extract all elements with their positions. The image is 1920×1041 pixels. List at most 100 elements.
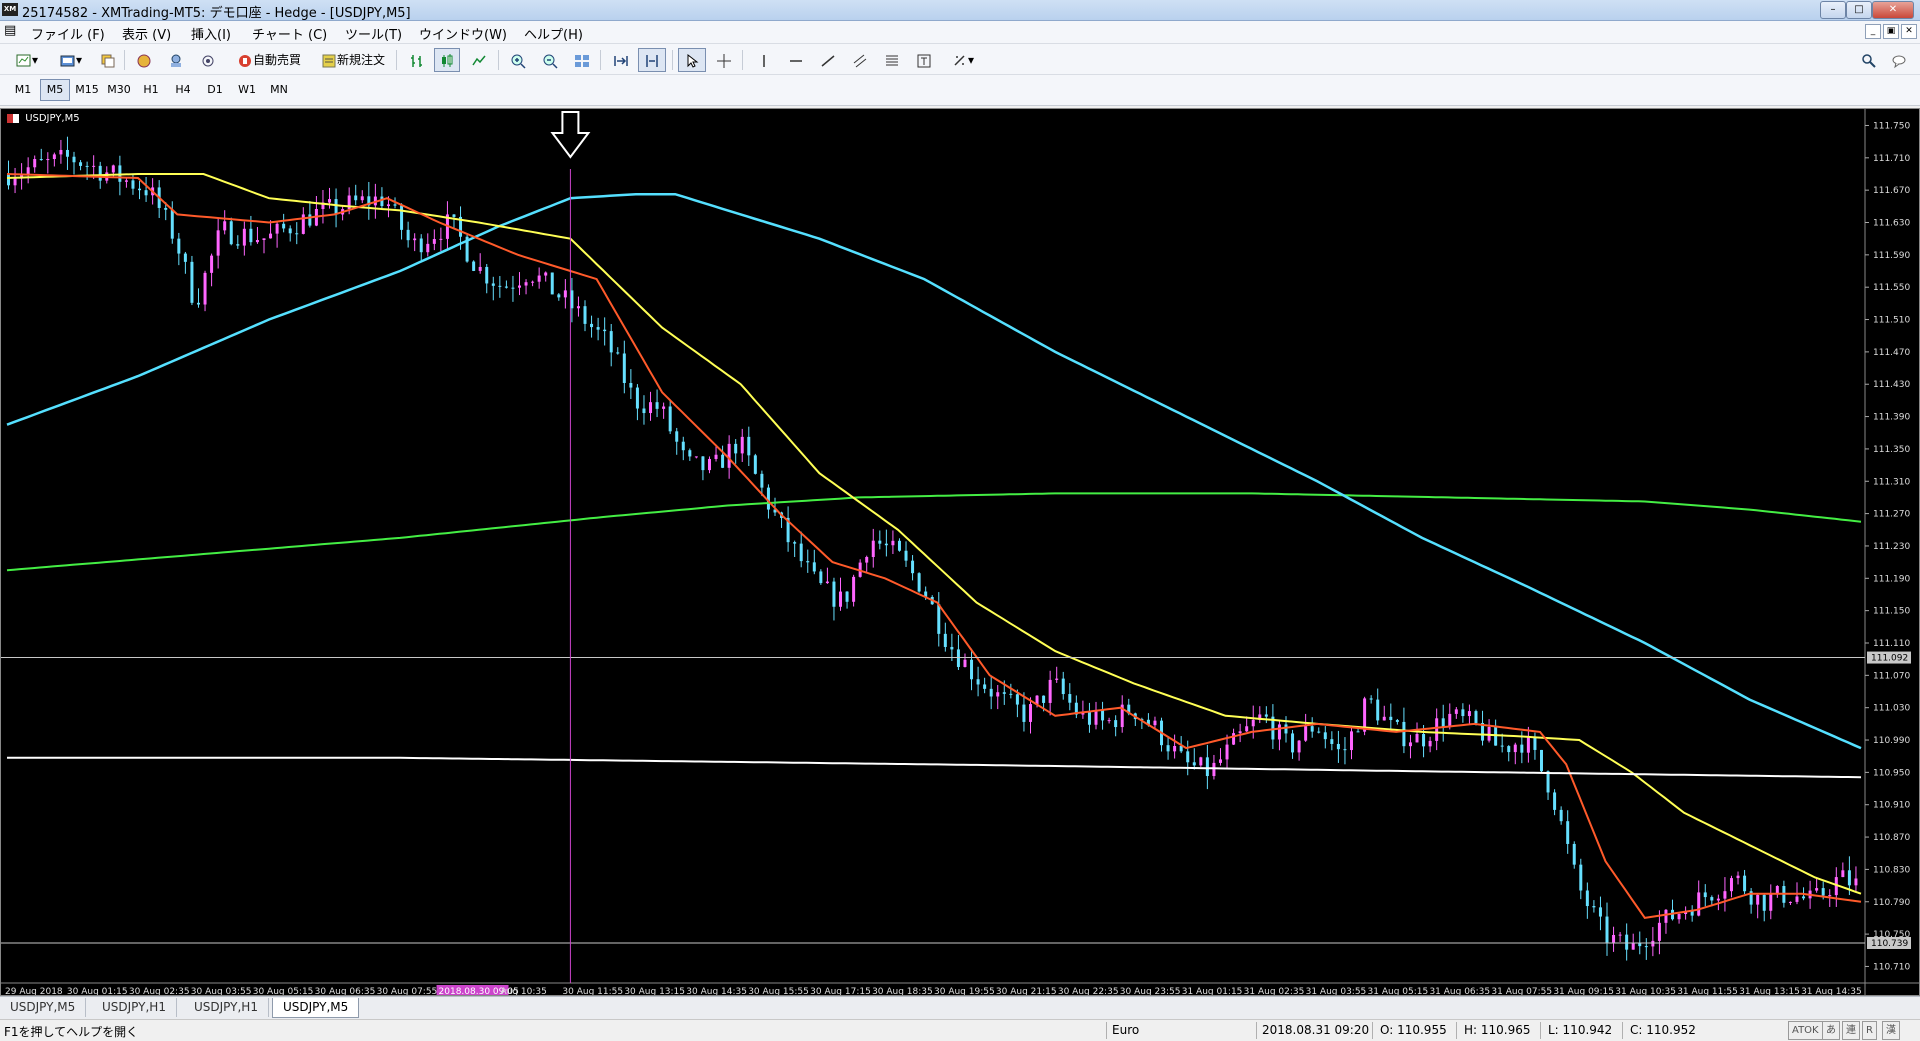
vertical-line-icon[interactable] — [752, 48, 776, 72]
candle-body — [164, 207, 168, 210]
navigator-icon[interactable] — [164, 48, 188, 72]
candle-body — [1055, 678, 1059, 680]
zoom-in-icon[interactable] — [506, 48, 530, 72]
candle-body — [242, 228, 246, 246]
minimize-button[interactable]: – — [1820, 1, 1846, 19]
menu-insert[interactable]: 挿入(I) — [191, 24, 231, 43]
equidistant-channel-icon[interactable] — [848, 48, 872, 72]
ime-r[interactable]: R — [1862, 1021, 1877, 1040]
chart-shift-icon[interactable] — [638, 48, 666, 72]
menu-tools[interactable]: ツール(T) — [345, 24, 402, 43]
ime-kana[interactable]: あ — [1822, 1021, 1840, 1040]
close-button[interactable]: ✕ — [1872, 1, 1914, 19]
candle-body — [1317, 731, 1321, 733]
timeframe-m5[interactable]: M5 — [40, 79, 70, 101]
candle-body — [537, 275, 541, 282]
trendline-icon[interactable] — [816, 48, 840, 72]
time-label: 31 Aug 05:15 — [1368, 987, 1429, 995]
tab-usdjpy-m5-1[interactable]: USDJPY,M5 — [0, 998, 87, 1017]
auto-trading-button[interactable]: 自動売買 — [230, 48, 308, 72]
price-label: 111.430 — [1873, 380, 1910, 390]
search-icon[interactable] — [1858, 48, 1880, 72]
candle-body — [183, 253, 187, 262]
menu-file[interactable]: ファイル (F) — [31, 24, 105, 43]
timeframe-h1[interactable]: H1 — [136, 79, 166, 101]
timeframe-w1[interactable]: W1 — [232, 79, 262, 101]
chart-window[interactable]: 111.750 111.710 111.670 111.630 111.590 111.5… — [0, 108, 1920, 996]
menu-window[interactable]: ウインドウ(W) — [419, 24, 507, 43]
zoom-out-icon[interactable] — [538, 48, 562, 72]
timeframe-m15[interactable]: M15 — [72, 79, 102, 101]
price-label: 110.910 — [1873, 801, 1910, 811]
candle-body — [897, 540, 901, 551]
tab-usdjpy-m5-active[interactable]: USDJPY,M5 — [272, 998, 360, 1018]
price-label: 111.030 — [1873, 704, 1910, 714]
text-tool-icon[interactable] — [912, 48, 936, 72]
status-bar: F1を押してヘルプを開く Euro 2018.08.31 09:20 O: 11… — [0, 1019, 1920, 1041]
line-chart-icon[interactable] — [466, 48, 492, 72]
candle-body — [1828, 895, 1832, 897]
timeframe-m1[interactable]: M1 — [8, 79, 38, 101]
maximize-button[interactable]: □ — [1846, 1, 1872, 19]
time-label: Aug 10:35 — [500, 987, 546, 995]
candle-body — [196, 302, 200, 305]
timeframe-mn[interactable]: MN — [264, 79, 294, 101]
autoscroll-icon[interactable] — [608, 48, 634, 72]
price-label: 111.550 — [1873, 283, 1910, 293]
mdi-close-icon[interactable]: ✕ — [1901, 24, 1917, 39]
candle-body — [1042, 695, 1046, 703]
new-chart-icon[interactable]: ▾ — [8, 48, 46, 72]
candlestick-chart-icon[interactable] — [434, 48, 460, 72]
time-label: 30 Aug 19:55 — [934, 987, 995, 995]
horizontal-line-icon[interactable] — [784, 48, 808, 72]
candle-body — [760, 473, 764, 488]
timeframe-m30[interactable]: M30 — [104, 79, 134, 101]
candle-body — [1245, 726, 1249, 732]
candle-body — [747, 436, 751, 456]
candle-body — [1284, 724, 1288, 734]
menu-chart[interactable]: チャート (C) — [252, 24, 327, 43]
candle-body — [1743, 875, 1747, 892]
candle-body — [655, 402, 659, 409]
mdi-minimize-icon[interactable]: _ — [1865, 24, 1881, 39]
candle-body — [1697, 892, 1701, 916]
candle-body — [852, 576, 856, 602]
candle-body — [845, 591, 849, 602]
menu-view[interactable]: 表示 (V) — [122, 24, 171, 43]
timeframe-d1[interactable]: D1 — [200, 79, 230, 101]
chat-icon[interactable] — [1886, 48, 1912, 72]
candle-body — [1494, 726, 1498, 746]
candle-body — [380, 196, 384, 207]
candle-body — [1664, 909, 1668, 923]
candle-body — [85, 165, 89, 167]
timeframe-h4[interactable]: H4 — [168, 79, 198, 101]
signals-icon[interactable] — [196, 48, 220, 72]
candle-body — [871, 540, 875, 558]
objects-menu-icon[interactable]: ▾ — [944, 48, 982, 72]
tab-usdjpy-h1-2[interactable]: USDJPY,H1 — [184, 998, 269, 1017]
chart-symbol-label: USDJPY,M5 — [7, 113, 80, 124]
market-watch-icon[interactable] — [132, 48, 156, 72]
candle-body — [1048, 679, 1052, 703]
bar-chart-icon[interactable] — [404, 48, 430, 72]
chart-doc-icon[interactable]: ▤ — [4, 23, 16, 38]
mdi-restore-icon[interactable]: ▣ — [1883, 24, 1899, 39]
window-list-icon[interactable] — [96, 48, 120, 72]
price-label: 110.710 — [1873, 962, 1910, 972]
price-chart[interactable]: 111.750 111.710 111.670 111.630 111.590 111.5… — [1, 109, 1919, 995]
crosshair-icon[interactable] — [712, 48, 736, 72]
tab-usdjpy-h1-1[interactable]: USDJPY,H1 — [92, 998, 177, 1017]
candle-body — [963, 659, 967, 667]
ime-atok[interactable]: ATOK — [1788, 1021, 1823, 1040]
ime-ren[interactable]: 連 — [1842, 1021, 1860, 1040]
new-order-button[interactable]: 新規注文 — [316, 48, 390, 72]
tile-windows-icon[interactable] — [570, 48, 594, 72]
ime-kanji[interactable]: 漢 — [1882, 1021, 1900, 1040]
profiles-icon[interactable]: ▾ — [52, 48, 90, 72]
price-label: 111.670 — [1873, 186, 1910, 196]
fibonacci-icon[interactable] — [880, 48, 904, 72]
status-help: F1を押してヘルプを開く — [4, 1025, 139, 1039]
candle-body — [832, 581, 836, 607]
cursor-icon[interactable] — [678, 48, 706, 72]
menu-help[interactable]: ヘルプ(H) — [524, 24, 583, 43]
